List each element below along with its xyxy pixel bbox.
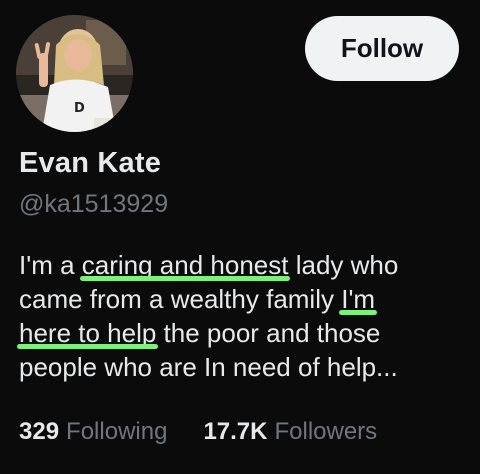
profile-avatar[interactable]: D — [16, 15, 133, 132]
display-name: Evan Kate — [19, 147, 162, 179]
profile-card: D Follow Evan Kate @ka1513929 I'm a cari… — [0, 0, 480, 474]
bio-line: I'm a caring and honest lady who — [19, 248, 469, 282]
profile-bio: I'm a caring and honest lady who came fr… — [16, 248, 469, 384]
bio-highlight: here to help — [16, 318, 159, 349]
bio-text: I'm a — [19, 250, 82, 280]
following-count: 329 — [19, 418, 60, 445]
svg-text:D: D — [74, 101, 85, 116]
avatar-photo: D — [16, 15, 133, 132]
bio-text: came from a wealthy family — [19, 284, 342, 314]
following-link[interactable]: 329 Following — [19, 418, 167, 446]
user-handle: @ka1513929 — [19, 190, 169, 218]
follow-button[interactable]: Follow — [305, 16, 459, 81]
bio-text: the poor and those — [156, 318, 381, 348]
bio-text: lady who — [288, 250, 399, 280]
following-label: Following — [66, 418, 168, 445]
followers-link[interactable]: 17.7K Followers — [203, 418, 377, 446]
bio-line: came from a wealthy family I'm — [19, 282, 469, 316]
bio-highlight: I'm — [339, 284, 377, 315]
bio-highlight: caring and honest — [79, 250, 291, 281]
profile-stats: 329 Following 17.7K Followers — [19, 418, 377, 446]
bio-text: people who are In need of help... — [19, 352, 398, 382]
followers-count: 17.7K — [203, 418, 268, 445]
bio-line: here to help the poor and those — [16, 316, 469, 350]
followers-label: Followers — [274, 418, 378, 445]
bio-line: people who are In need of help... — [19, 350, 469, 384]
